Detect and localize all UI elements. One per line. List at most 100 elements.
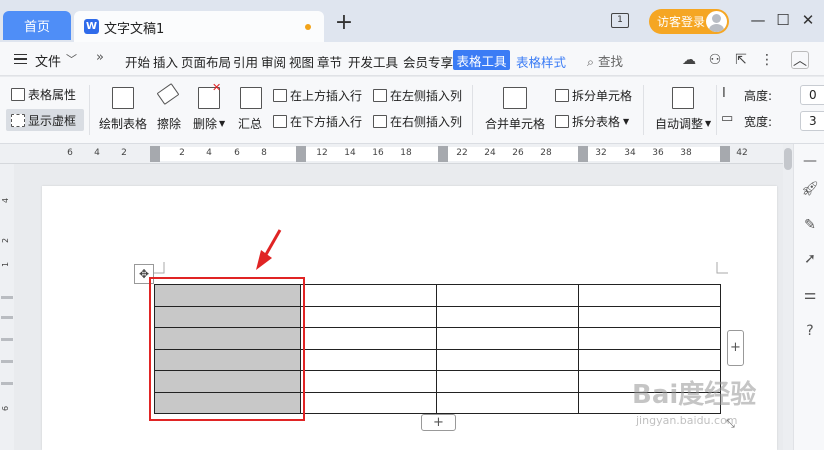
- ruler-column-marker[interactable]: [438, 146, 448, 162]
- maximize-button[interactable]: ☐: [773, 10, 793, 30]
- insert-row-above-button[interactable]: 在上方插入行: [273, 87, 362, 104]
- table-cell[interactable]: [578, 284, 721, 307]
- cloud-sync-icon[interactable]: ☁: [680, 51, 698, 69]
- tab-insert[interactable]: 插入: [153, 52, 178, 71]
- ruler-column-marker[interactable]: [578, 146, 588, 162]
- ruler-tick: 2: [179, 148, 185, 158]
- new-tab-button[interactable]: +: [333, 12, 355, 36]
- table-cell[interactable]: [300, 348, 437, 371]
- tab-page-layout[interactable]: 页面布局: [181, 52, 231, 71]
- scrollbar-thumb[interactable]: [784, 148, 792, 170]
- horizontal-ruler[interactable]: 6 4 2 2 4 6 8 12 14 16 18 22 24 26 28 32…: [0, 144, 783, 164]
- search-box[interactable]: ⌕ 查找: [587, 51, 623, 70]
- table-cell[interactable]: [578, 348, 721, 371]
- insert-row-below-icon: [273, 115, 287, 128]
- file-menu[interactable]: 文件: [35, 51, 61, 70]
- guest-login-button[interactable]: 访客登录: [649, 9, 729, 34]
- cursor-select-icon[interactable]: ➚: [801, 250, 819, 268]
- insert-col-left-icon: [373, 89, 387, 102]
- height-field[interactable]: 0: [800, 85, 824, 105]
- split-cells-button[interactable]: 拆分单元格: [555, 87, 632, 104]
- hamburger-menu-icon[interactable]: [14, 54, 27, 64]
- ribbon-toolbar: 表格属性 显示虚框 绘制表格 擦除 ✕ 删除 ▼ 汇总 在上方插入行 在下方插入行…: [0, 77, 824, 144]
- draw-table-icon[interactable]: [112, 87, 134, 109]
- table-cell[interactable]: [436, 348, 579, 371]
- ruler-tick: 32: [595, 148, 607, 158]
- table-cell[interactable]: [436, 327, 579, 350]
- summary-button[interactable]: 汇总: [238, 115, 262, 132]
- document-tab[interactable]: W 文字文稿1: [74, 11, 324, 42]
- table-cell[interactable]: [300, 391, 437, 414]
- width-label: 宽度:: [744, 115, 773, 129]
- insert-col-right-button[interactable]: 在右侧插入列: [373, 113, 462, 130]
- unsaved-dot-icon: [305, 24, 311, 30]
- ruler-column-marker[interactable]: [720, 146, 730, 162]
- search-icon: ⌕: [587, 54, 598, 69]
- show-grid-button[interactable]: 显示虚框: [11, 112, 76, 129]
- table-properties-button[interactable]: 表格属性: [11, 86, 76, 103]
- adjust-sliders-icon[interactable]: ⚌: [801, 286, 819, 304]
- tab-chapter[interactable]: 章节: [317, 52, 342, 71]
- eraser-icon[interactable]: [156, 83, 180, 105]
- collapse-ribbon-icon[interactable]: ︿: [791, 51, 809, 69]
- search-label: 查找: [597, 54, 623, 69]
- tab-member[interactable]: 会员专享: [403, 52, 453, 71]
- tab-developer[interactable]: 开发工具: [348, 52, 398, 71]
- table-cell[interactable]: [578, 327, 721, 350]
- split-table-button[interactable]: 拆分表格 ▼: [555, 113, 629, 130]
- vertical-scrollbar[interactable]: [783, 144, 793, 450]
- table-cell[interactable]: [300, 327, 437, 350]
- auto-fit-button[interactable]: 自动调整 ▼: [655, 115, 711, 132]
- tab-table-tools[interactable]: 表格工具: [453, 50, 510, 70]
- delete-button[interactable]: 删除 ▼: [193, 115, 225, 132]
- tab-home[interactable]: 开始: [125, 52, 150, 71]
- table-cell[interactable]: [300, 284, 437, 307]
- summary-icon[interactable]: [240, 87, 262, 109]
- ribbon-divider: [89, 85, 90, 135]
- double-chevron-right-icon[interactable]: »: [96, 50, 104, 65]
- table-cell[interactable]: [436, 284, 579, 307]
- width-field[interactable]: 3: [800, 111, 824, 131]
- sidebar-collapse-icon[interactable]: —: [801, 152, 819, 170]
- show-grid-label: 显示虚框: [28, 114, 77, 128]
- table-cell[interactable]: [578, 305, 721, 328]
- tab-view[interactable]: 视图: [289, 52, 314, 71]
- tab-review[interactable]: 审阅: [261, 52, 286, 71]
- table-cell[interactable]: [436, 370, 579, 393]
- help-icon[interactable]: ?: [801, 322, 819, 340]
- auto-fit-icon[interactable]: [672, 87, 694, 109]
- vruler-row-marker: [1, 382, 13, 385]
- table-cell[interactable]: [300, 370, 437, 393]
- add-row-button[interactable]: +: [421, 414, 456, 431]
- insert-col-right-icon: [373, 115, 387, 128]
- tab-references[interactable]: 引用: [233, 52, 258, 71]
- erase-button[interactable]: 擦除: [157, 115, 181, 132]
- merge-cells-button[interactable]: 合并单元格: [485, 115, 545, 132]
- table-cell[interactable]: [300, 305, 437, 328]
- rocket-icon[interactable]: 🚀︎: [801, 180, 819, 198]
- ruler-column-marker[interactable]: [150, 146, 160, 162]
- table-cell[interactable]: [436, 391, 579, 414]
- minimize-button[interactable]: —: [748, 10, 768, 30]
- insert-col-left-button[interactable]: 在左侧插入列: [373, 87, 462, 104]
- tab-table-style[interactable]: 表格样式: [516, 52, 566, 71]
- share-user-icon[interactable]: ⚇: [706, 51, 724, 69]
- insert-row-below-label: 在下方插入行: [290, 115, 363, 129]
- ruler-column-marker[interactable]: [296, 146, 306, 162]
- split-table-label: 拆分表格: [572, 115, 621, 129]
- ribbon-divider: [643, 85, 644, 135]
- insert-row-below-button[interactable]: 在下方插入行: [273, 113, 362, 130]
- more-options-icon[interactable]: ⋮: [758, 51, 776, 69]
- pen-icon[interactable]: ✎: [801, 216, 819, 234]
- home-tab[interactable]: 首页: [3, 11, 71, 40]
- chevron-down-icon[interactable]: ﹀: [66, 51, 77, 67]
- close-button[interactable]: ✕: [798, 10, 818, 30]
- export-icon[interactable]: ⇱: [732, 51, 750, 69]
- window-count-icon[interactable]: 1: [611, 13, 629, 28]
- vertical-ruler[interactable]: 4 2 1 6: [0, 164, 14, 450]
- draw-table-button[interactable]: 绘制表格: [99, 115, 147, 132]
- merge-cells-icon[interactable]: [503, 87, 527, 109]
- table-cell[interactable]: [436, 305, 579, 328]
- ruler-tick: 6: [234, 148, 240, 158]
- add-column-button[interactable]: +: [727, 330, 744, 366]
